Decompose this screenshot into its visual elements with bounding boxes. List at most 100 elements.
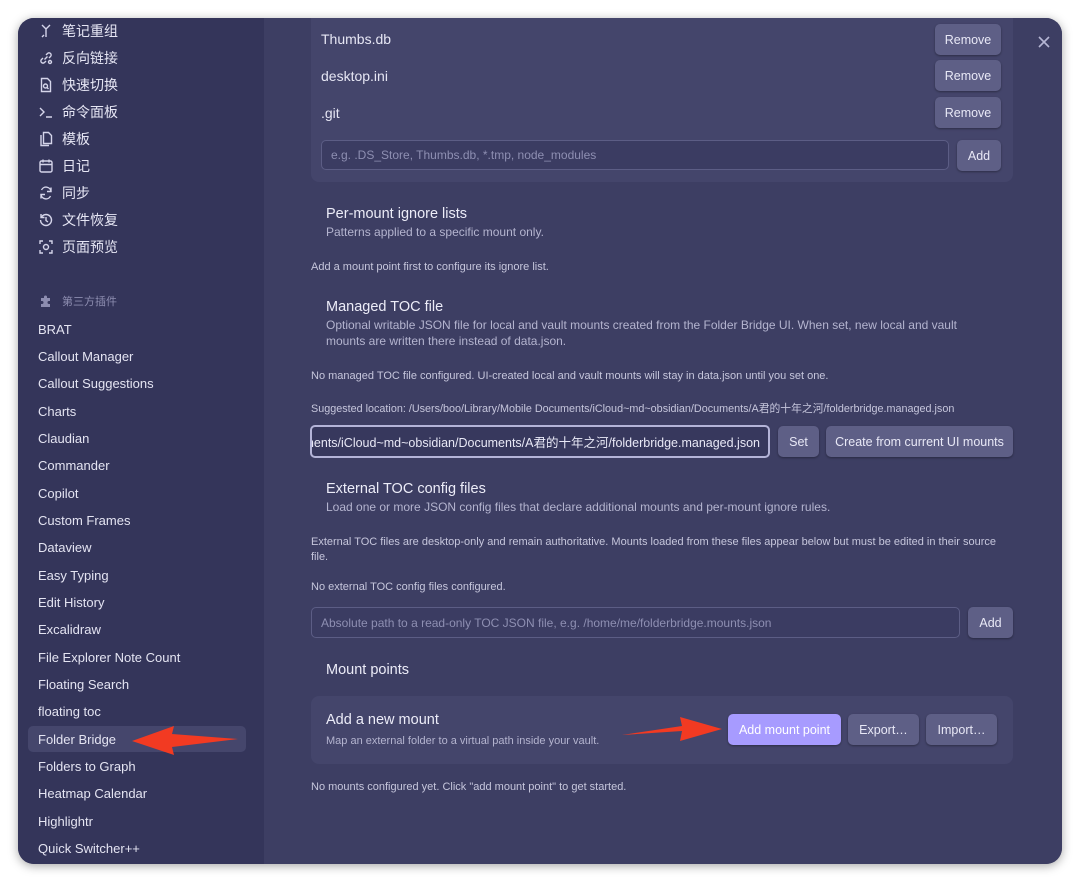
merge-icon [38, 23, 54, 39]
external-toc-path-input[interactable]: Absolute path to a read-only TOC JSON fi… [311, 607, 960, 638]
external-toc-desc: Load one or more JSON config files that … [326, 500, 831, 514]
sidebar-item-label: Highlightr [38, 813, 93, 829]
annotation-arrow [622, 717, 722, 741]
settings-window: 笔记重组 反向链接 快速切换 命令面板 模板 日记 同步 文件恢复 页面预览 第… [18, 18, 1062, 864]
files-icon [38, 131, 54, 147]
per-mount-ignore-desc: Patterns applied to a specific mount onl… [326, 225, 544, 239]
external-toc-note: file. [311, 551, 329, 563]
sidebar-item-excalidraw[interactable]: Excalidraw [28, 616, 246, 642]
sidebar-item-label: Edit History [38, 594, 105, 610]
create-from-ui-mounts-button[interactable]: Create from current UI mounts [826, 426, 1013, 457]
sidebar-item-label: Callout Suggestions [38, 375, 154, 391]
ignore-pattern: Thumbs.db [321, 31, 392, 47]
sync-icon [38, 185, 54, 201]
sidebar-item-claudian[interactable]: Claudian [28, 425, 246, 451]
sidebar-item-command-palette[interactable]: 命令面板 [38, 101, 118, 123]
managed-toc-desc: mounts are written there instead of data… [326, 334, 567, 348]
remove-button[interactable]: Remove [935, 97, 1001, 128]
ignore-pattern: .git [321, 105, 340, 121]
sidebar-item-label: Floating Search [38, 676, 130, 692]
sidebar-item-label: 命令面板 [62, 105, 118, 121]
sidebar-item-file-recovery[interactable]: 文件恢复 [38, 209, 118, 231]
managed-toc-path-input[interactable]: ments/iCloud~md~obsidian/Documents/A君的十年… [310, 425, 770, 458]
managed-toc-suggested: Suggested location: /Users/boo/Library/M… [311, 403, 955, 415]
annotation-arrow [132, 726, 238, 755]
sidebar-item-label: Heatmap Calendar [38, 785, 148, 801]
import-button[interactable]: Import… [926, 714, 997, 745]
settings-content: Thumbs.db Remove desktop.ini Remove .git… [264, 18, 1062, 864]
external-toc-status: No external TOC config files configured. [311, 581, 506, 593]
sidebar-item-label: Copilot [38, 485, 79, 501]
sidebar-item-file-explorer-note-count[interactable]: File Explorer Note Count [28, 644, 246, 670]
sidebar-item-label: Quick Switcher++ [38, 840, 140, 856]
sidebar-item-templates[interactable]: 模板 [38, 128, 90, 150]
sidebar-item-label: Excalidraw [38, 621, 101, 637]
sidebar-item-label: 笔记重组 [62, 24, 118, 40]
sidebar-item-callout-suggestions[interactable]: Callout Suggestions [28, 370, 246, 396]
sidebar-item-label: 反向链接 [62, 51, 118, 67]
sidebar-item-label: floating toc [38, 703, 101, 719]
sidebar-item-heatmap-calendar[interactable]: Heatmap Calendar [28, 780, 246, 806]
sidebar-item-highlightr[interactable]: Highlightr [28, 808, 246, 834]
mount-points-heading: Mount points [326, 662, 410, 678]
sidebar-item-quick-switcher-plus[interactable]: Quick Switcher++ [28, 835, 246, 861]
external-toc-note: External TOC files are desktop-only and … [311, 536, 997, 548]
close-icon [1038, 36, 1050, 48]
puzzle-icon [38, 293, 54, 309]
sidebar-item-label: 同步 [62, 186, 90, 202]
remove-button[interactable]: Remove [935, 60, 1001, 91]
sidebar-item-commander[interactable]: Commander [28, 452, 246, 478]
sidebar-item-quick-switcher[interactable]: 快速切换 [38, 74, 118, 96]
sidebar-item-label: File Explorer Note Count [38, 649, 181, 665]
add-external-toc-button[interactable]: Add [968, 607, 1013, 638]
quick-switch-icon [38, 77, 54, 93]
community-plugins-heading: 第三方插件 [38, 292, 117, 310]
sidebar-item-easy-typing[interactable]: Easy Typing [28, 562, 246, 588]
settings-sidebar: 笔记重组 反向链接 快速切换 命令面板 模板 日记 同步 文件恢复 页面预览 第… [18, 18, 264, 864]
sidebar-item-label: BRAT [38, 321, 72, 337]
sidebar-item-floating-search[interactable]: Floating Search [28, 671, 246, 697]
sidebar-item-note-composer[interactable]: 笔记重组 [38, 20, 118, 42]
sidebar-item-custom-frames[interactable]: Custom Frames [28, 507, 246, 533]
sidebar-item-copilot[interactable]: Copilot [28, 480, 246, 506]
sidebar-item-label: 文件恢复 [62, 213, 118, 229]
sidebar-item-daily-notes[interactable]: 日记 [38, 155, 90, 177]
sidebar-item-label: Easy Typing [38, 567, 109, 583]
sidebar-item-page-preview[interactable]: 页面预览 [38, 236, 118, 258]
sidebar-item-edit-history[interactable]: Edit History [28, 589, 246, 615]
sidebar-item-charts[interactable]: Charts [28, 398, 246, 424]
sidebar-item-dataview[interactable]: Dataview [28, 534, 246, 560]
sidebar-item-label: 日记 [62, 159, 90, 175]
managed-toc-title: Managed TOC file [326, 299, 444, 315]
sidebar-item-label: 模板 [62, 132, 90, 148]
sidebar-item-label: Charts [38, 403, 77, 419]
sidebar-item-backlinks[interactable]: 反向链接 [38, 47, 118, 69]
set-managed-toc-button[interactable]: Set [778, 426, 819, 457]
sidebar-item-floating-toc[interactable]: floating toc [28, 698, 246, 724]
ignore-pattern-input[interactable]: e.g. .DS_Store, Thumbs.db, *.tmp, node_m… [321, 140, 949, 170]
sidebar-item-label: Folders to Graph [38, 758, 136, 774]
preview-icon [38, 239, 54, 255]
ignore-pattern: desktop.ini [321, 68, 388, 84]
export-button[interactable]: Export… [848, 714, 919, 745]
sidebar-item-label: Claudian [38, 430, 90, 446]
per-mount-ignore-note: Add a mount point first to configure its… [311, 261, 549, 273]
sidebar-item-label: 页面预览 [62, 240, 118, 256]
sidebar-item-callout-manager[interactable]: Callout Manager [28, 343, 246, 369]
close-button[interactable] [1034, 32, 1054, 52]
sidebar-item-label: Commander [38, 457, 110, 473]
add-mount-point-button[interactable]: Add mount point [728, 714, 841, 745]
external-toc-title: External TOC config files [326, 481, 486, 497]
sidebar-item-sync[interactable]: 同步 [38, 182, 90, 204]
sidebar-item-label: 快速切换 [62, 78, 118, 94]
sidebar-item-label: Folder Bridge [38, 731, 117, 747]
history-icon [38, 212, 54, 228]
add-mount-title: Add a new mount [326, 712, 439, 728]
calendar-icon [38, 158, 54, 174]
add-mount-desc: Map an external folder to a virtual path… [326, 735, 600, 747]
sidebar-item-label: Dataview [38, 539, 92, 555]
add-ignore-button[interactable]: Add [957, 140, 1001, 171]
remove-button[interactable]: Remove [935, 24, 1001, 55]
terminal-icon [38, 104, 54, 120]
sidebar-item-brat[interactable]: BRAT [28, 316, 246, 342]
